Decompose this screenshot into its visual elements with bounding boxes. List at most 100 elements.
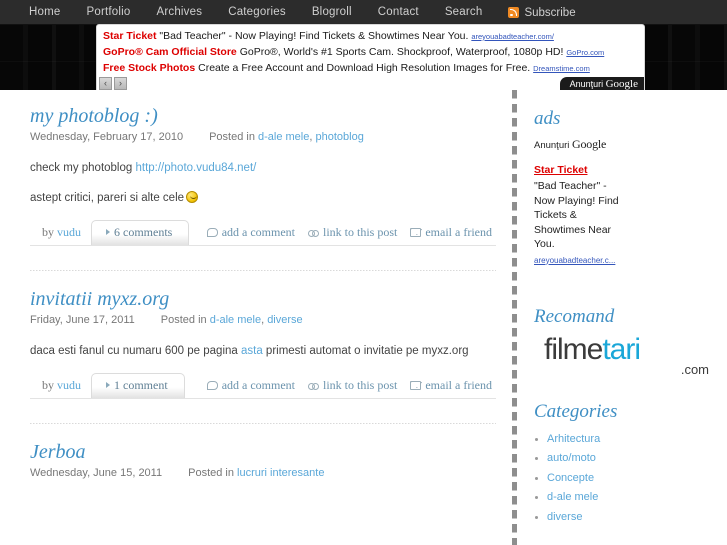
- post-paragraph: check my photoblog http://photo.vudu84.n…: [30, 160, 496, 177]
- ad-description: GoPro®, World's #1 Sports Cam. Shockproo…: [239, 46, 564, 58]
- ad-next-button[interactable]: ›: [114, 77, 127, 90]
- add-comment-label: add a comment: [221, 225, 296, 239]
- by-label: by: [42, 378, 57, 392]
- category-link-diverse[interactable]: diverse: [547, 511, 582, 523]
- sidebar-google-ads-label: Anunţuri Google: [534, 137, 711, 152]
- ad-prev-button[interactable]: ‹: [99, 77, 112, 90]
- add-comment-label: add a comment: [221, 378, 296, 392]
- link-to-post-label: link to this post: [323, 225, 398, 239]
- triangle-right-icon: [106, 229, 110, 235]
- post-date: Wednesday, February 17, 2010: [30, 131, 184, 143]
- main-body: my photoblog :) Wednesday, February 17, …: [8, 90, 719, 545]
- author-link[interactable]: vudu: [57, 378, 81, 392]
- filmetari-logo[interactable]: filmetari .com: [534, 332, 711, 376]
- email-friend-label: email a friend: [425, 225, 492, 239]
- post-separator: [30, 270, 496, 271]
- post-date: Wednesday, June 15, 2011: [30, 467, 163, 479]
- post-category-link[interactable]: lucruri interesante: [237, 467, 324, 479]
- post-entry: invitatii myxz.org Friday, June 17, 2011…: [30, 287, 496, 401]
- categories-section: Categories Arhitectura auto/moto Concept…: [534, 401, 711, 528]
- post-body: daca esti fanul cu numaru 600 pe pagina …: [30, 343, 496, 360]
- comments-count-label: 1 comment: [114, 378, 168, 392]
- anunturi-prefix: Anunţuri: [534, 140, 573, 151]
- post-category-link[interactable]: d-ale mele: [210, 314, 261, 326]
- comments-count-label: 6 comments: [114, 225, 173, 239]
- post-category-link[interactable]: d-ale mele: [258, 131, 309, 143]
- top-navigation-bar: Home Portfolio Archives Categories Blogr…: [0, 0, 727, 25]
- list-item: Concepte: [534, 469, 711, 489]
- email-friend-action[interactable]: email a friend: [410, 378, 492, 393]
- ad-url-link[interactable]: Dreamstime.com: [533, 64, 590, 73]
- triangle-right-icon: [106, 382, 110, 388]
- post-footer: by vudu 6 comments add a comment link to…: [30, 220, 496, 246]
- categories-title: Categories: [534, 400, 618, 422]
- photoblog-link[interactable]: http://photo.vudu84.net/: [135, 162, 256, 174]
- post-meta: Friday, June 17, 2011 Posted in d-ale mel…: [30, 314, 303, 326]
- nav-item-contact[interactable]: Contact: [365, 0, 432, 25]
- list-item: d-ale mele: [534, 488, 711, 508]
- comments-button[interactable]: 1 comment: [91, 373, 185, 398]
- author-link[interactable]: vudu: [57, 225, 81, 239]
- ad-pagination-controls: ‹ ›: [99, 77, 127, 90]
- sidebar-ad-unit: Star Ticket "Bad Teacher" - Now Playing!…: [534, 162, 711, 266]
- post-text: daca esti fanul cu numaru 600 pe pagina: [30, 345, 241, 357]
- link-to-post-action[interactable]: link to this post: [308, 225, 397, 240]
- ad-url-link[interactable]: GoPro.com: [566, 48, 604, 57]
- post-category-link[interactable]: diverse: [267, 314, 302, 326]
- post-paragraph: daca esti fanul cu numaru 600 pe pagina …: [30, 343, 496, 360]
- post-title[interactable]: my photoblog :): [30, 104, 496, 128]
- posts-column: my photoblog :) Wednesday, February 17, …: [8, 90, 508, 545]
- envelope-icon: [410, 381, 422, 390]
- logo-part-filme: filme: [544, 332, 603, 366]
- recomand-section: Recomand filmetari .com: [534, 306, 711, 376]
- category-link-automoto[interactable]: auto/moto: [547, 452, 596, 464]
- add-comment-action[interactable]: add a comment: [206, 225, 296, 240]
- post-title[interactable]: Jerboa: [30, 440, 496, 464]
- ad-line: Free Stock Photos Create a Free Account …: [103, 61, 638, 76]
- post-meta: Wednesday, February 17, 2010 Posted in d-…: [30, 131, 364, 143]
- sidebar-ad-title-link[interactable]: Star Ticket: [534, 164, 588, 176]
- post-text: primesti automat o invitatie pe myxz.org: [262, 345, 469, 357]
- email-friend-action[interactable]: email a friend: [410, 225, 492, 240]
- list-item: Arhitectura: [534, 430, 711, 450]
- ad-description: Create a Free Account and Download High …: [198, 62, 531, 74]
- category-link-arhitectura[interactable]: Arhitectura: [547, 433, 600, 445]
- ad-title-link[interactable]: GoPro® Cam Official Store: [103, 46, 237, 58]
- comments-button[interactable]: 6 comments: [91, 220, 190, 245]
- post-actions: add a comment link to this post email a …: [206, 378, 496, 398]
- category-link-d-ale-mele[interactable]: d-ale mele: [547, 491, 598, 503]
- nav-item-home[interactable]: Home: [16, 0, 73, 25]
- list-item: diverse: [534, 508, 711, 528]
- post-author: by vudu: [30, 378, 91, 398]
- link-to-post-label: link to this post: [323, 378, 398, 392]
- post-category-link[interactable]: photoblog: [315, 131, 363, 143]
- link-to-post-action[interactable]: link to this post: [308, 378, 397, 393]
- nav-item-portfolio[interactable]: Portfolio: [73, 0, 143, 25]
- asta-link[interactable]: asta: [241, 345, 263, 357]
- category-link-concepte[interactable]: Concepte: [547, 472, 594, 484]
- nav-item-categories[interactable]: Categories: [215, 0, 299, 25]
- ad-title-link[interactable]: Free Stock Photos: [103, 62, 195, 74]
- ad-url-link[interactable]: areyouabadteacher.com/: [471, 32, 554, 41]
- nav-item-search[interactable]: Search: [432, 0, 496, 25]
- sidebar: ads Anunţuri Google Star Ticket "Bad Tea…: [520, 90, 719, 545]
- brand-prefix: Anunţuri: [569, 79, 606, 89]
- column-divider: [508, 90, 520, 545]
- email-friend-label: email a friend: [425, 378, 492, 392]
- nav-item-archives[interactable]: Archives: [143, 0, 215, 25]
- logo-part-tari: tari: [602, 332, 641, 366]
- envelope-icon: [410, 228, 422, 237]
- nav-item-subscribe[interactable]: Subscribe: [495, 7, 588, 19]
- posted-in-label: Posted in: [160, 314, 210, 326]
- ad-line: Star Ticket "Bad Teacher" - Now Playing!…: [103, 29, 638, 44]
- comment-bubble-icon: [206, 381, 218, 390]
- google-logo-text: Google: [572, 137, 607, 151]
- sidebar-ad-url-link[interactable]: areyouabadteacher.c...: [534, 256, 615, 265]
- ad-title-link[interactable]: Star Ticket: [103, 30, 157, 42]
- nav-item-blogroll[interactable]: Blogroll: [299, 0, 365, 25]
- sidebar-ads-title: ads: [534, 108, 561, 129]
- post-title[interactable]: invitatii myxz.org: [30, 287, 496, 311]
- post-text: check my photoblog: [30, 162, 136, 174]
- post-separator: [30, 423, 496, 424]
- add-comment-action[interactable]: add a comment: [206, 378, 296, 393]
